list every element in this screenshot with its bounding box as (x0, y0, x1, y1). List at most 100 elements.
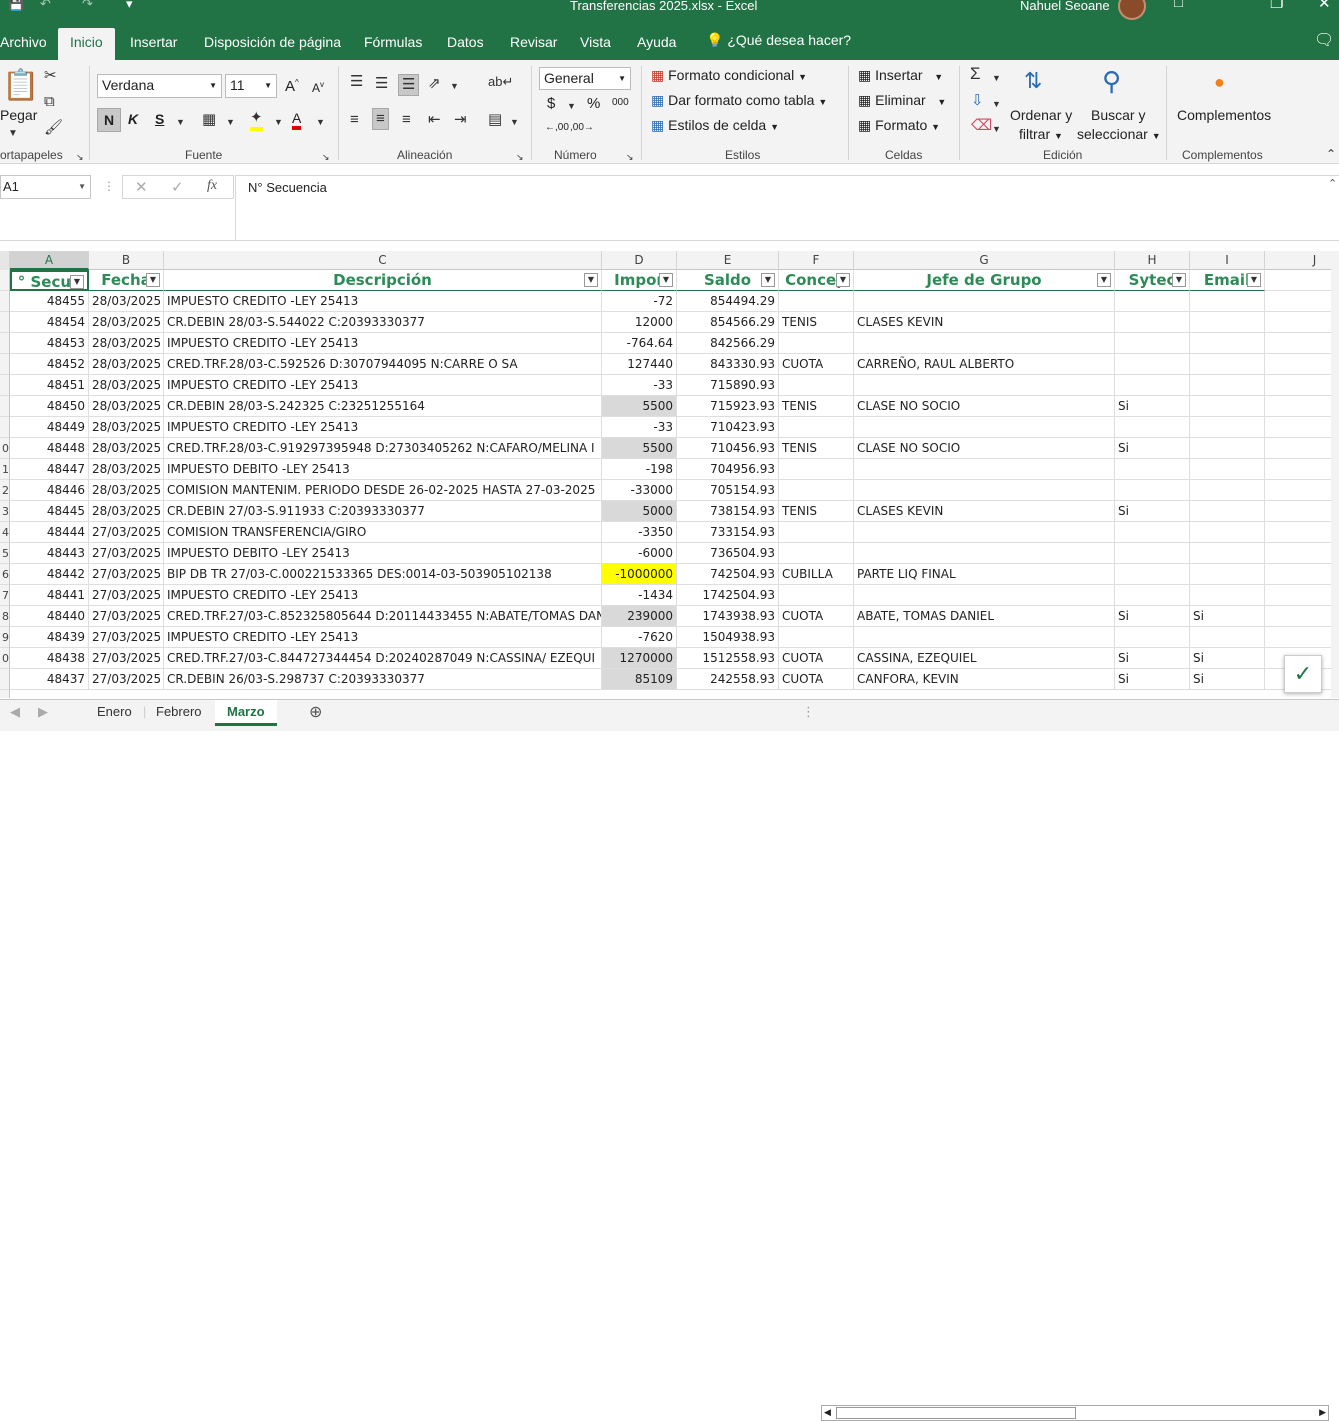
cell-sytec[interactable] (1115, 522, 1190, 543)
cell-amount[interactable]: -1000000 (602, 564, 677, 585)
cell-date[interactable]: 28/03/2025 (89, 459, 164, 480)
formula-input[interactable]: N° Secuencia (235, 175, 1339, 241)
cell-concept[interactable] (779, 417, 854, 438)
row-number[interactable]: 3 (0, 501, 10, 522)
insert-cells-button[interactable]: ▦ Insertar ▼ (858, 67, 943, 84)
filter-dropdown-icon[interactable]: ▼ (836, 273, 850, 287)
cell-chief[interactable] (854, 291, 1115, 312)
filter-dropdown-icon[interactable]: ▼ (1247, 273, 1261, 287)
sort-filter-line2[interactable]: filtrar ▼ (1019, 126, 1063, 142)
fill-dropdown-icon[interactable]: ▼ (992, 96, 1001, 112)
user-name[interactable]: Nahuel Seoane (1020, 0, 1110, 13)
cell-seq[interactable]: 48455 (10, 291, 89, 312)
cell-seq[interactable]: 48438 (10, 648, 89, 669)
number-format-select[interactable]: General ▼ (539, 67, 631, 90)
cell-sytec[interactable]: Si (1115, 396, 1190, 417)
currency-dropdown-icon[interactable]: ▼ (567, 98, 576, 114)
cell-concept[interactable]: TENIS (779, 312, 854, 333)
find-select-line1[interactable]: Buscar y (1091, 107, 1145, 123)
paste-dropdown-icon[interactable]: ▼ (8, 126, 18, 142)
italic-button[interactable]: K (128, 111, 138, 127)
column-header-b[interactable]: B (89, 251, 164, 270)
filter-dropdown-icon[interactable]: ▼ (146, 273, 160, 287)
thousands-button[interactable]: 000 (612, 97, 629, 108)
empty-cell[interactable] (1265, 459, 1339, 480)
column-header-c[interactable]: C (164, 251, 602, 270)
cell-description[interactable]: CRED.TRF.28/03-C.919297395948 D:27303405… (164, 438, 602, 459)
tell-me-search[interactable]: 💡 ¿Qué desea hacer? (706, 32, 851, 49)
cell-concept[interactable] (779, 585, 854, 606)
cell-sytec[interactable] (1115, 543, 1190, 564)
cell-seq[interactable]: 48439 (10, 627, 89, 648)
cell-date[interactable]: 28/03/2025 (89, 375, 164, 396)
header-cell-sytec[interactable]: Sytec ▼ (1115, 270, 1190, 291)
cell-sytec[interactable] (1115, 585, 1190, 606)
cell-amount[interactable]: 127440 (602, 354, 677, 375)
sheet-tab-enero[interactable]: Enero (97, 704, 132, 719)
row-number[interactable]: 5 (0, 543, 10, 564)
empty-cell[interactable] (1265, 354, 1339, 375)
cell-chief[interactable]: CLASES KEVIN (854, 501, 1115, 522)
cell-concept[interactable] (779, 333, 854, 354)
row-number[interactable] (0, 333, 10, 354)
wrap-text-icon[interactable]: ab↵ (488, 74, 513, 90)
cell-date[interactable]: 28/03/2025 (89, 354, 164, 375)
tab-insertar[interactable]: Insertar (130, 34, 177, 50)
cell-email[interactable] (1190, 585, 1265, 606)
cell-concept[interactable] (779, 522, 854, 543)
alignment-launcher-icon[interactable]: ↘ (516, 149, 524, 165)
cell-seq[interactable]: 48442 (10, 564, 89, 585)
cell-chief[interactable] (854, 585, 1115, 606)
cell-email[interactable]: Si (1190, 606, 1265, 627)
cell-email[interactable]: Si (1190, 669, 1265, 690)
cell-chief[interactable]: PARTE LIQ FINAL (854, 564, 1115, 585)
empty-cell[interactable] (1265, 270, 1339, 291)
cell-seq[interactable]: 48449 (10, 417, 89, 438)
cell-description[interactable]: IMPUESTO CREDITO -LEY 25413 (164, 627, 602, 648)
empty-cell[interactable] (1265, 480, 1339, 501)
clipboard-launcher-icon[interactable]: ↘ (76, 149, 84, 165)
cell-concept[interactable] (779, 291, 854, 312)
row-number[interactable] (0, 270, 10, 291)
cell-date[interactable]: 28/03/2025 (89, 438, 164, 459)
font-color-icon[interactable]: A (292, 110, 302, 130)
cell-date[interactable]: 27/03/2025 (89, 669, 164, 690)
cell-chief[interactable] (854, 375, 1115, 396)
cell-description[interactable]: IMPUESTO CREDITO -LEY 25413 (164, 375, 602, 396)
cell-balance[interactable]: 854494.29 (677, 291, 779, 312)
cell-sytec[interactable] (1115, 627, 1190, 648)
cell-concept[interactable] (779, 627, 854, 648)
cell-description[interactable]: CR.DEBIN 28/03-S.242325 C:23251255164 (164, 396, 602, 417)
cell-balance[interactable]: 705154.93 (677, 480, 779, 501)
empty-cell[interactable] (1265, 501, 1339, 522)
cell-email[interactable] (1190, 333, 1265, 354)
scroll-right-icon[interactable]: ▶ (1319, 1407, 1326, 1418)
header-cell-email[interactable]: Email ▼ (1190, 270, 1265, 291)
cell-chief[interactable]: CASSINA, EZEQUIEL (854, 648, 1115, 669)
filter-dropdown-icon[interactable]: ▼ (1097, 273, 1111, 287)
cell-description[interactable]: COMISION TRANSFERENCIA/GIRO (164, 522, 602, 543)
empty-cell[interactable] (1265, 312, 1339, 333)
decrease-indent-icon[interactable]: ⇤ (428, 112, 441, 128)
borders-icon[interactable]: ▦ (202, 112, 216, 128)
percent-button[interactable]: % (587, 95, 600, 112)
cell-date[interactable]: 27/03/2025 (89, 522, 164, 543)
name-box[interactable]: A1 ▼ (0, 175, 91, 199)
filter-dropdown-icon[interactable]: ▼ (761, 273, 775, 287)
select-all-corner[interactable] (0, 251, 10, 270)
insert-function-icon[interactable]: fx (207, 178, 217, 194)
cell-seq[interactable]: 48447 (10, 459, 89, 480)
merge-center-icon[interactable]: ▤ (488, 112, 502, 128)
row-number[interactable] (0, 417, 10, 438)
undo-icon[interactable]: ↶ (40, 0, 51, 12)
cell-chief[interactable] (854, 417, 1115, 438)
column-header-g[interactable]: G (854, 251, 1115, 270)
cell-description[interactable]: IMPUESTO DEBITO -LEY 25413 (164, 543, 602, 564)
cell-seq[interactable]: 48437 (10, 669, 89, 690)
cell-email[interactable] (1190, 501, 1265, 522)
filter-dropdown-icon[interactable]: ▼ (659, 273, 673, 287)
merge-dropdown-icon[interactable]: ▼ (510, 114, 519, 130)
cell-description[interactable]: COMISION MANTENIM. PERIODO DESDE 26-02-2… (164, 480, 602, 501)
empty-cell[interactable] (1265, 522, 1339, 543)
cell-date[interactable]: 27/03/2025 (89, 648, 164, 669)
